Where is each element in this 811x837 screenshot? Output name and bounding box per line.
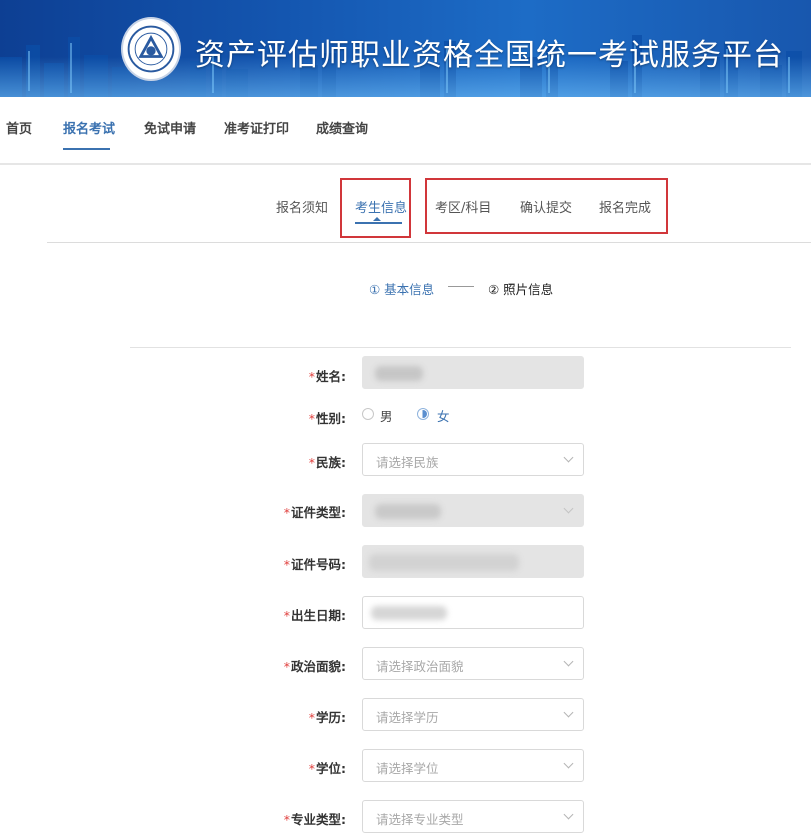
- degree-label: *学位:: [308, 761, 346, 776]
- substep-basic-info[interactable]: ① 基本信息: [369, 279, 434, 298]
- nav-score-query[interactable]: 成绩查询: [316, 118, 368, 137]
- id-number-field[interactable]: [362, 545, 584, 578]
- name-label: *姓名:: [308, 369, 346, 384]
- nav-admission-ticket[interactable]: 准考证打印: [224, 118, 289, 137]
- association-logo: [121, 17, 181, 81]
- tab-candidate-info[interactable]: 考生信息: [355, 197, 407, 216]
- ethnicity-label: *民族:: [308, 455, 346, 470]
- gender-female-radio[interactable]: [417, 408, 429, 420]
- active-tab-underline: [355, 222, 402, 224]
- platform-title: 资产评估师职业资格全国统一考试服务平台: [195, 38, 784, 73]
- gender-label: *性别:: [308, 411, 346, 426]
- major-type-placeholder: 请选择专业类型: [376, 812, 464, 827]
- education-select[interactable]: 请选择学历: [362, 698, 584, 731]
- degree-select[interactable]: 请选择学位: [362, 749, 584, 782]
- top-navigation: 首页 报名考试 免试申请 准考证打印 成绩查询: [0, 97, 811, 165]
- nav-active-indicator: [63, 148, 110, 150]
- birth-date-field[interactable]: [362, 596, 584, 629]
- form-divider: [130, 347, 791, 348]
- redacted-name: [375, 366, 423, 381]
- chevron-down-icon: [563, 809, 574, 820]
- chevron-down-icon: [563, 707, 574, 718]
- gender-female-label[interactable]: 女: [437, 406, 450, 425]
- tab-registration-complete[interactable]: 报名完成: [599, 197, 651, 216]
- political-status-select[interactable]: 请选择政治面貌: [362, 647, 584, 680]
- nav-registration[interactable]: 报名考试: [63, 118, 115, 137]
- tab-registration-notice[interactable]: 报名须知: [276, 197, 328, 216]
- id-type-select[interactable]: [362, 494, 584, 527]
- id-number-label: *证件号码:: [283, 557, 346, 572]
- education-placeholder: 请选择学历: [376, 710, 439, 725]
- chevron-down-icon: [563, 503, 574, 514]
- chevron-down-icon: [563, 758, 574, 769]
- tabs-divider: [47, 242, 811, 243]
- id-type-label: *证件类型:: [283, 505, 346, 520]
- tab-confirm-submit[interactable]: 确认提交: [520, 197, 572, 216]
- redacted-id-number: [369, 554, 519, 571]
- name-field[interactable]: [362, 356, 584, 389]
- nav-home[interactable]: 首页: [6, 118, 32, 137]
- education-label: *学历:: [308, 710, 346, 725]
- active-tab-caret: [373, 217, 381, 221]
- political-status-placeholder: 请选择政治面貌: [376, 659, 464, 674]
- header-banner: 资产评估师职业资格全国统一考试服务平台: [0, 0, 811, 97]
- birth-date-label: *出生日期:: [283, 608, 346, 623]
- ethnicity-placeholder: 请选择民族: [376, 455, 439, 470]
- redacted-birth-date: [371, 606, 447, 620]
- major-type-select[interactable]: 请选择专业类型: [362, 800, 584, 833]
- substep-connector: [448, 286, 474, 287]
- gender-male-label[interactable]: 男: [380, 406, 393, 425]
- gender-male-radio[interactable]: [362, 408, 374, 420]
- chevron-down-icon: [563, 656, 574, 667]
- major-type-label: *专业类型:: [283, 812, 346, 827]
- nav-exemption[interactable]: 免试申请: [144, 118, 196, 137]
- chevron-down-icon: [563, 452, 574, 463]
- redacted-id-type: [375, 504, 441, 519]
- ethnicity-select[interactable]: 请选择民族: [362, 443, 584, 476]
- substep-photo-info[interactable]: ② 照片信息: [488, 279, 553, 298]
- degree-placeholder: 请选择学位: [376, 761, 439, 776]
- political-status-label: *政治面貌:: [283, 659, 346, 674]
- tab-area-subject[interactable]: 考区/科目: [435, 197, 491, 216]
